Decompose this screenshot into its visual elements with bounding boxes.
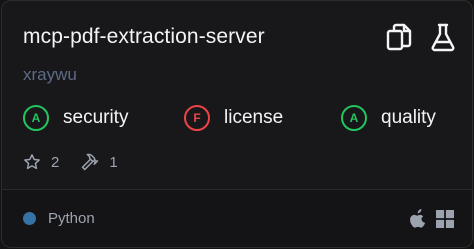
score-row: A security F license A quality [23, 103, 443, 133]
security-grade-badge: A [23, 105, 49, 131]
apple-icon [410, 209, 426, 228]
quality-label: quality [381, 107, 436, 128]
license-label: license [224, 107, 284, 128]
card-footer: Python [2, 190, 472, 247]
windows-icon [436, 209, 454, 228]
server-card[interactable]: mcp-pdf-extraction-server xraywu A secur… [1, 0, 473, 248]
server-name[interactable]: mcp-pdf-extraction-server [23, 22, 265, 52]
language-label: Python [48, 210, 95, 227]
hammer-icon [82, 153, 99, 171]
score-license: F license [184, 103, 283, 133]
language-color-dot [23, 212, 36, 225]
flask-icon [431, 23, 455, 52]
star-icon [24, 154, 40, 170]
test-button[interactable] [428, 21, 458, 53]
quality-grade-badge: A [341, 105, 367, 131]
stats-row: 2 1 [23, 151, 118, 173]
author-name[interactable]: xraywu [23, 63, 77, 87]
tool-stat: 1 [81, 153, 118, 171]
copy-button[interactable] [384, 21, 414, 53]
security-label: security [63, 107, 129, 128]
license-grade-badge: F [184, 105, 210, 131]
star-count: 2 [51, 153, 60, 171]
copy-icon [386, 23, 412, 51]
card-actions [384, 21, 458, 53]
score-quality: A quality [341, 103, 436, 133]
platform-icons [410, 209, 454, 228]
score-security: A security [23, 103, 128, 133]
language-tag: Python [23, 210, 95, 227]
star-stat: 2 [23, 153, 59, 171]
tool-count: 1 [109, 153, 118, 171]
